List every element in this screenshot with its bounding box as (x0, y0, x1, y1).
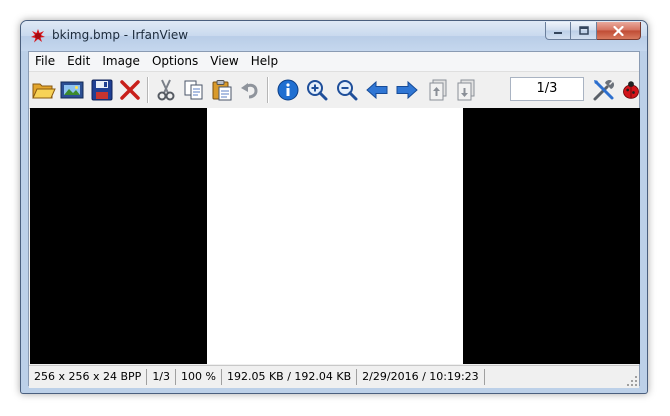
menu-image[interactable]: Image (96, 52, 146, 71)
client-area: File Edit Image Options View Help 1/3 25… (28, 51, 640, 388)
irfanview-window: bkimg.bmp - IrfanView File Edit Image Op… (20, 20, 648, 394)
close-icon (613, 25, 624, 36)
undo-icon (241, 83, 258, 99)
cut-icon (157, 79, 175, 101)
toolbar-separator (147, 77, 149, 103)
copy-button[interactable] (181, 77, 207, 103)
zoom-out-icon (337, 80, 358, 101)
copy-icon (184, 80, 203, 100)
open-button[interactable] (31, 77, 57, 103)
cut-button[interactable] (153, 77, 179, 103)
zoom-in-button[interactable] (304, 77, 330, 103)
window-title: bkimg.bmp - IrfanView (52, 28, 189, 42)
properties-button[interactable] (591, 77, 617, 103)
undo-button[interactable] (237, 77, 263, 103)
delete-icon (120, 80, 140, 100)
resize-grip-icon[interactable] (626, 375, 638, 387)
page-indicator-field[interactable]: 1/3 (510, 77, 584, 101)
paste-icon (212, 80, 232, 101)
open-folder-icon (32, 83, 56, 99)
status-page: 1/3 (147, 369, 177, 385)
status-bar: 256 x 256 x 24 BPP 1/3 100 % 192.05 KB /… (29, 365, 639, 388)
first-page-icon (429, 79, 447, 101)
irfanview-app-icon[interactable] (29, 27, 47, 45)
toolbar: 1/3 (29, 71, 639, 109)
last-page-button[interactable] (454, 77, 480, 103)
properties-tools-icon (593, 79, 615, 101)
save-button[interactable] (89, 77, 115, 103)
close-button[interactable] (597, 22, 641, 40)
zoom-in-icon (307, 80, 328, 101)
maximize-icon (578, 26, 589, 35)
image-viewport[interactable] (30, 108, 640, 364)
zoom-out-button[interactable] (334, 77, 360, 103)
menu-file[interactable]: File (29, 52, 61, 71)
delete-button[interactable] (117, 77, 143, 103)
previous-button[interactable] (364, 77, 390, 103)
menu-edit[interactable]: Edit (61, 52, 96, 71)
paste-button[interactable] (209, 77, 235, 103)
next-arrow-icon (396, 80, 418, 100)
menu-view[interactable]: View (204, 52, 244, 71)
last-page-icon (457, 79, 475, 101)
toolbar-separator (267, 77, 269, 103)
next-button[interactable] (394, 77, 420, 103)
displayed-image (207, 108, 463, 364)
save-icon (91, 79, 113, 101)
menu-help[interactable]: Help (245, 52, 284, 71)
info-button[interactable] (275, 77, 301, 103)
minimize-icon (554, 31, 562, 34)
maximize-button[interactable] (571, 22, 597, 40)
about-button[interactable] (621, 77, 641, 103)
menu-bar: File Edit Image Options View Help (29, 52, 639, 71)
info-icon (277, 79, 299, 101)
ladybug-icon (623, 81, 639, 99)
minimize-button[interactable] (545, 22, 571, 40)
status-file-size: 192.05 KB / 192.04 KB (222, 369, 358, 385)
slideshow-icon (60, 81, 84, 99)
title-bar[interactable]: bkimg.bmp - IrfanView (21, 21, 647, 51)
caption-buttons (545, 22, 641, 41)
status-dimensions: 256 x 256 x 24 BPP (29, 369, 148, 385)
previous-arrow-icon (366, 80, 388, 100)
status-zoom: 100 % (176, 369, 222, 385)
slideshow-button[interactable] (59, 77, 85, 103)
first-page-button[interactable] (426, 77, 452, 103)
menu-options[interactable]: Options (146, 52, 204, 71)
status-datetime: 2/29/2016 / 10:19:23 (357, 369, 485, 385)
